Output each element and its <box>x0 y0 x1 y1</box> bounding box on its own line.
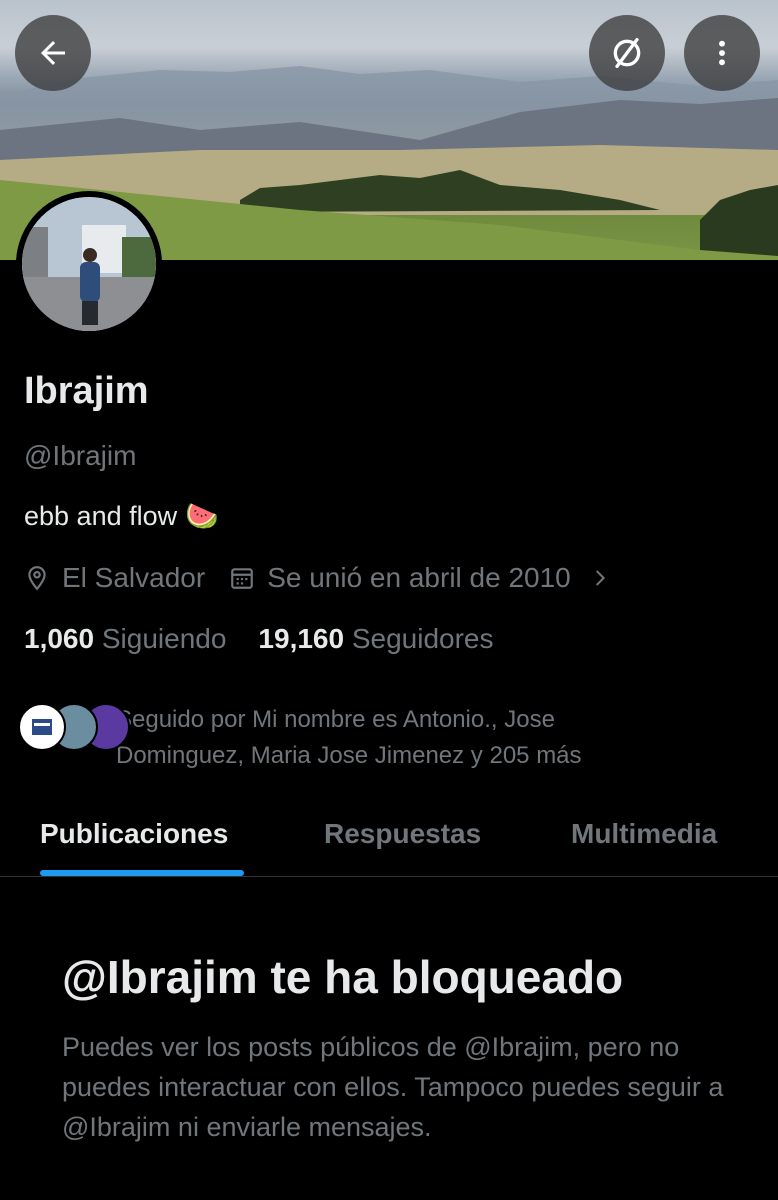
bio-text: ebb and flow <box>24 500 178 531</box>
following-count: 1,060 <box>24 623 95 654</box>
followed-by-text[interactable]: Seguido por Mi nombre es Antonio., Jose … <box>116 702 676 774</box>
arrow-left-icon <box>41 41 65 65</box>
profile-tabs: Publicaciones Respuestas Multimedia <box>0 806 778 877</box>
blocked-title: @Ibrajim te ha bloqueado <box>62 951 624 1003</box>
followed-by-avatars[interactable] <box>18 703 130 751</box>
tab-multimedia[interactable]: Multimedia <box>571 818 717 850</box>
following-link[interactable]: 1,060 Siguiendo <box>24 623 226 655</box>
followers-label: Seguidores <box>351 623 494 654</box>
following-label: Siguiendo <box>101 623 227 654</box>
follower-avatar-image <box>32 719 52 735</box>
watermelon-emoji: 🍉 <box>185 501 219 531</box>
location-item: El Salvador <box>24 562 205 594</box>
avatar-photo <box>22 197 156 331</box>
joined-text: Se unió en abril de 2010 <box>267 562 571 593</box>
follower-avatar <box>18 703 66 751</box>
location-pin-icon <box>28 566 46 591</box>
hide-media-button[interactable] <box>589 15 665 91</box>
blocked-description: Puedes ver los posts públicos de @Ibraji… <box>62 1032 724 1142</box>
tab-respuestas[interactable]: Respuestas <box>324 818 481 850</box>
calendar-icon <box>231 568 254 589</box>
profile-handle: @Ibrajim <box>24 440 137 471</box>
joined-item[interactable]: Se unió en abril de 2010 <box>229 562 611 594</box>
location-text: El Salvador <box>62 562 206 593</box>
more-options-button[interactable] <box>684 15 760 91</box>
profile-bio: ebb and flow 🍉 <box>24 500 219 532</box>
slashed-circle-icon <box>613 38 641 69</box>
followers-link[interactable]: 19,160 Seguidores <box>258 623 493 655</box>
follow-counts: 1,060 Siguiendo 19,160 Seguidores <box>24 623 494 655</box>
followers-count: 19,160 <box>258 623 345 654</box>
tab-publicaciones[interactable]: Publicaciones <box>40 818 228 850</box>
vertical-dots-icon <box>719 40 725 66</box>
avatar[interactable] <box>22 197 156 331</box>
profile-meta: El Salvador Se unió en abril de 2010 <box>24 562 611 594</box>
active-tab-indicator <box>40 870 244 876</box>
chevron-right-icon <box>596 570 605 586</box>
profile-name: Ibrajim <box>24 370 149 412</box>
back-button[interactable] <box>15 15 91 91</box>
avatar-frame[interactable] <box>16 191 162 337</box>
